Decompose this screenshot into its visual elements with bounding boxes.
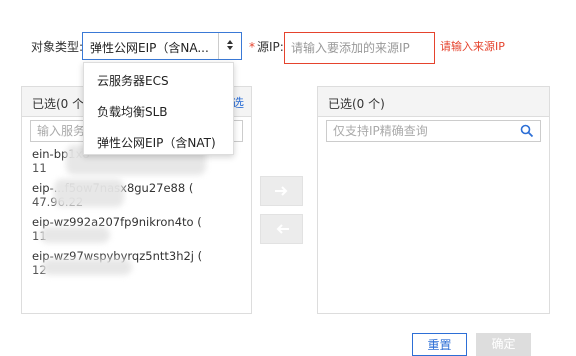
redaction-blur	[40, 227, 110, 243]
redaction-blur	[54, 179, 124, 207]
arrow-right-icon	[275, 186, 288, 196]
dropdown-option-eip[interactable]: 弹性公网EIP（含NAT)	[97, 134, 216, 151]
available-panel-title: 已选(0 个)	[32, 97, 89, 111]
ok-button[interactable]: 确定	[476, 333, 531, 356]
selected-search-box[interactable]	[326, 120, 541, 142]
search-icon[interactable]	[520, 124, 534, 138]
object-type-select[interactable]: 弹性公网EIP（含NA...	[82, 32, 242, 60]
dropdown-option-ecs[interactable]: 云服务器ECS	[97, 72, 169, 89]
selected-panel-title: 已选(0 个)	[328, 97, 385, 111]
source-ip-error: 请输入来源IP	[440, 40, 505, 53]
object-type-selected-value: 弹性公网EIP（含NA...	[90, 41, 209, 55]
reset-button[interactable]: 重置	[412, 333, 467, 356]
move-right-button[interactable]	[260, 176, 303, 206]
selected-panel: 已选(0 个)	[317, 86, 550, 314]
source-ip-label: * 源IP:	[249, 38, 284, 55]
redaction-blur	[42, 259, 132, 275]
dropdown-option-slb[interactable]: 负载均衡SLB	[97, 103, 168, 120]
selected-search-input[interactable]	[327, 121, 540, 141]
object-type-dropdown: 云服务器ECS 负载均衡SLB 弹性公网EIP（含NAT)	[83, 62, 234, 155]
object-type-label: 对象类型:	[31, 40, 84, 54]
selected-panel-header: 已选(0 个)	[318, 87, 549, 117]
move-left-button[interactable]	[260, 214, 303, 244]
arrow-left-icon	[276, 224, 289, 234]
required-mark: *	[249, 40, 255, 54]
source-ip-label-text: 源IP:	[257, 40, 284, 54]
list-item-ip: 11	[32, 161, 47, 175]
source-ip-input[interactable]	[284, 32, 435, 64]
select-caret-icon[interactable]	[218, 33, 241, 59]
